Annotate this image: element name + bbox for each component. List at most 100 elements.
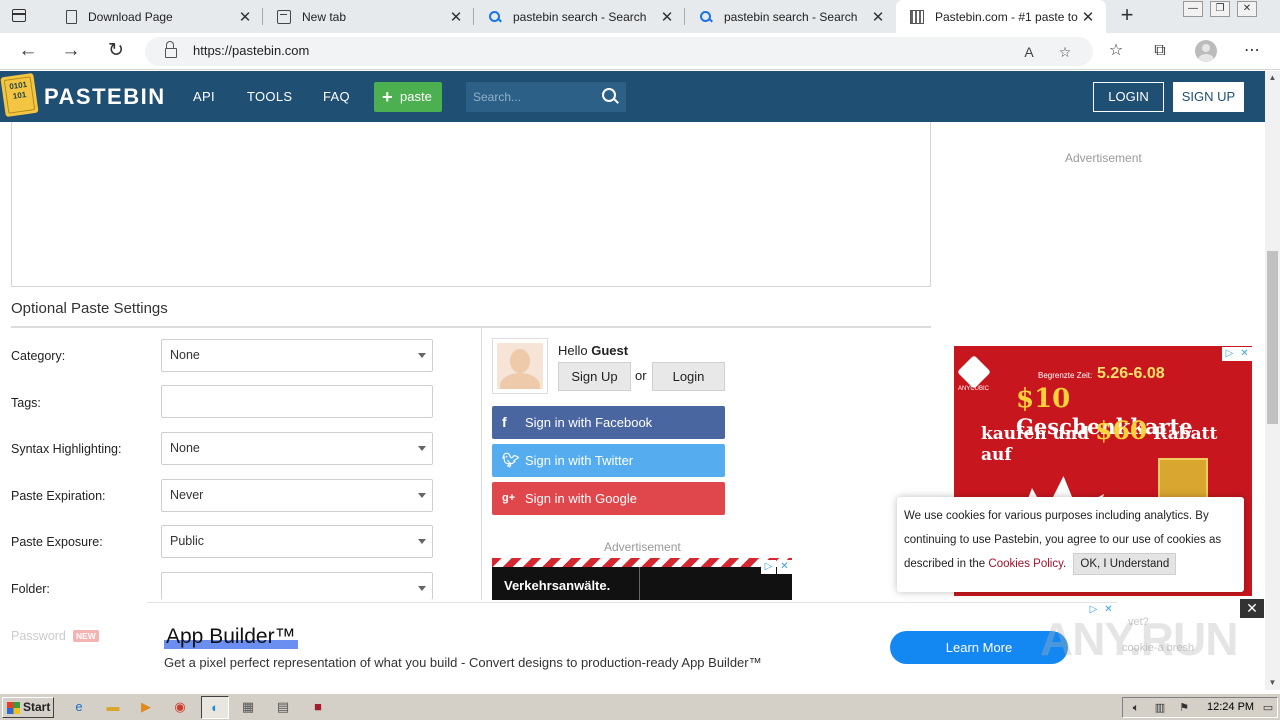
new-paste-button[interactable]: + paste	[374, 82, 442, 112]
tab-label: Download Page	[88, 9, 173, 24]
close-icon[interactable]: ✕	[446, 8, 466, 26]
plus-icon: +	[382, 87, 393, 107]
scroll-thumb[interactable]	[1267, 251, 1278, 424]
chrome-icon[interactable]: ◉	[171, 698, 189, 716]
cookie-accept-button[interactable]: OK, I Understand	[1073, 552, 1177, 575]
tab-pastebin-search-1[interactable]: pastebin search - Search ✕	[474, 0, 685, 33]
close-icon[interactable]: ✕	[235, 8, 255, 26]
small-ad-text: Verkehrsanwälte.	[504, 578, 611, 593]
forward-arrow-icon[interactable]: →	[58, 39, 84, 63]
nav-faq[interactable]: FAQ	[323, 89, 350, 104]
pastebin-header: 0101 101 PASTEBIN API TOOLS FAQ + paste …	[0, 71, 1265, 122]
paste-exposure-value: Public	[170, 534, 205, 548]
paste-textarea[interactable]	[11, 122, 931, 287]
paste-expiration-select[interactable]: Never	[161, 479, 433, 512]
caret-down-icon	[418, 353, 426, 358]
category-select[interactable]: None	[161, 339, 433, 372]
lock-icon[interactable]	[165, 41, 177, 58]
folder-select[interactable]	[161, 572, 433, 600]
close-icon[interactable]: ✕	[868, 8, 888, 26]
collections-icon[interactable]: ⧉	[1148, 39, 1172, 63]
notepad-icon[interactable]: ▤	[274, 698, 292, 716]
media-player-icon[interactable]: ▶	[137, 698, 155, 716]
small-ad-banner[interactable]: Verkehrsanwälte.	[492, 558, 792, 600]
google-plus-icon: g+	[502, 492, 516, 504]
nav-tools[interactable]: TOOLS	[247, 89, 292, 104]
category-value: None	[170, 348, 200, 362]
tab-new-tab[interactable]: New tab ✕	[263, 0, 474, 33]
window-close-icon[interactable]: ✕	[1237, 1, 1257, 17]
browser-tab-strip: Download Page ✕ New tab ✕ pastebin searc…	[0, 0, 1280, 33]
search-icon[interactable]	[602, 88, 618, 104]
speaker-icon[interactable]: 🔈︎	[1129, 701, 1143, 715]
twitter-signin-button[interactable]: 🐦︎ Sign in with Twitter	[492, 444, 725, 477]
flag-icon[interactable]: ⚑	[1177, 701, 1191, 715]
windows-taskbar: Start e ▬ ▶ ◉ ◐ ▦ ▤ ■ 🔈︎ ▥ ⚑ 12:24 PM ▭	[0, 693, 1280, 720]
bottom-ad-banner[interactable]: App Builder™ Get a pixel perfect represe…	[147, 602, 1117, 690]
login-button[interactable]: LOGIN	[1093, 82, 1164, 112]
close-icon[interactable]: ✕	[1078, 8, 1098, 26]
pastebin-logo[interactable]: 0101 101	[0, 72, 39, 118]
show-desktop-icon[interactable]: ▭	[1261, 701, 1275, 715]
guest-signup-button[interactable]: Sign Up	[558, 362, 631, 391]
minimize-icon[interactable]: —	[1183, 1, 1203, 17]
adchoices-icon[interactable]: ▷	[1222, 347, 1237, 361]
close-icon[interactable]: ✕	[657, 8, 677, 26]
twitter-icon: 🐦︎	[502, 452, 520, 468]
url-text[interactable]: https://pastebin.com	[193, 43, 309, 58]
settings-title: Optional Paste Settings	[11, 300, 168, 317]
tags-input[interactable]	[161, 385, 433, 418]
address-bar[interactable]: https://pastebin.com A ☆	[145, 37, 1093, 66]
add-favorite-icon[interactable]: ☆	[1054, 41, 1076, 63]
page-scrollbar[interactable]: ▲ ▼	[1265, 71, 1280, 690]
clock[interactable]: 12:24 PM	[1207, 701, 1254, 713]
google-signin-button[interactable]: g+ Sign in with Google	[492, 482, 725, 515]
anycubic-logo-icon	[957, 355, 991, 389]
tab-pastebin-search-2[interactable]: pastebin search - Search ✕	[685, 0, 896, 33]
nav-api[interactable]: API	[193, 89, 215, 104]
bottom-ad-close-icon[interactable]: ✕	[1240, 599, 1264, 618]
network-icon[interactable]: ▥	[1153, 701, 1167, 715]
ad-close-icon[interactable]: ✕	[777, 560, 792, 574]
read-aloud-icon[interactable]: A	[1018, 41, 1040, 63]
adchoices-icon[interactable]: ▷	[761, 560, 776, 574]
restore-icon[interactable]: ❐	[1210, 1, 1230, 17]
caret-down-icon	[418, 446, 426, 451]
back-arrow-icon[interactable]: ←	[15, 39, 41, 63]
cookies-policy-link[interactable]: Cookies Policy	[988, 558, 1063, 570]
or-text: or	[635, 368, 647, 383]
edge-icon[interactable]: ◐	[201, 696, 229, 719]
syntax-highlighting-select[interactable]: None	[161, 432, 433, 465]
pastebin-brand[interactable]: PASTEBIN	[44, 84, 166, 110]
tab-label: pastebin search - Search	[724, 9, 858, 24]
new-badge: NEW	[73, 630, 99, 642]
watermark-subtext: cookie-a bresh	[1122, 642, 1195, 654]
start-button[interactable]: Start	[2, 697, 54, 718]
paste-exposure-select[interactable]: Public	[161, 525, 433, 558]
ie-icon[interactable]: e	[70, 698, 88, 716]
guest-login-button[interactable]: Login	[652, 362, 725, 391]
profile-avatar-icon[interactable]	[1195, 40, 1217, 62]
folder-icon[interactable]: ▬	[104, 698, 122, 716]
guest-name: Guest	[591, 343, 629, 358]
tab-download-page[interactable]: Download Page ✕	[52, 0, 263, 33]
more-menu-icon[interactable]: ⋯	[1240, 39, 1264, 63]
app-icon[interactable]: ▦	[239, 698, 257, 716]
scroll-down-icon[interactable]: ▼	[1265, 676, 1280, 690]
windows-logo-icon	[7, 702, 20, 714]
ad-close-icon[interactable]: ✕	[1237, 347, 1252, 361]
refresh-icon[interactable]: ↻	[103, 39, 129, 63]
scroll-up-icon[interactable]: ▲	[1265, 71, 1280, 85]
divider	[481, 328, 482, 600]
tab-pastebin-active[interactable]: Pastebin.com - #1 paste to ✕	[896, 0, 1106, 33]
new-tab-icon	[277, 9, 291, 24]
facebook-signin-button[interactable]: f Sign in with Facebook	[492, 406, 725, 439]
facebook-label: Sign in with Facebook	[525, 415, 653, 430]
new-tab-plus-icon[interactable]: +	[1115, 4, 1139, 28]
signup-button[interactable]: SIGN UP	[1173, 82, 1244, 112]
favorites-icon[interactable]: ☆	[1104, 39, 1128, 63]
paste-exposure-label: Paste Exposure:	[11, 535, 103, 549]
archive-icon[interactable]: ■	[309, 698, 327, 716]
tab-actions-icon[interactable]	[8, 6, 30, 26]
search-icon	[699, 10, 713, 24]
